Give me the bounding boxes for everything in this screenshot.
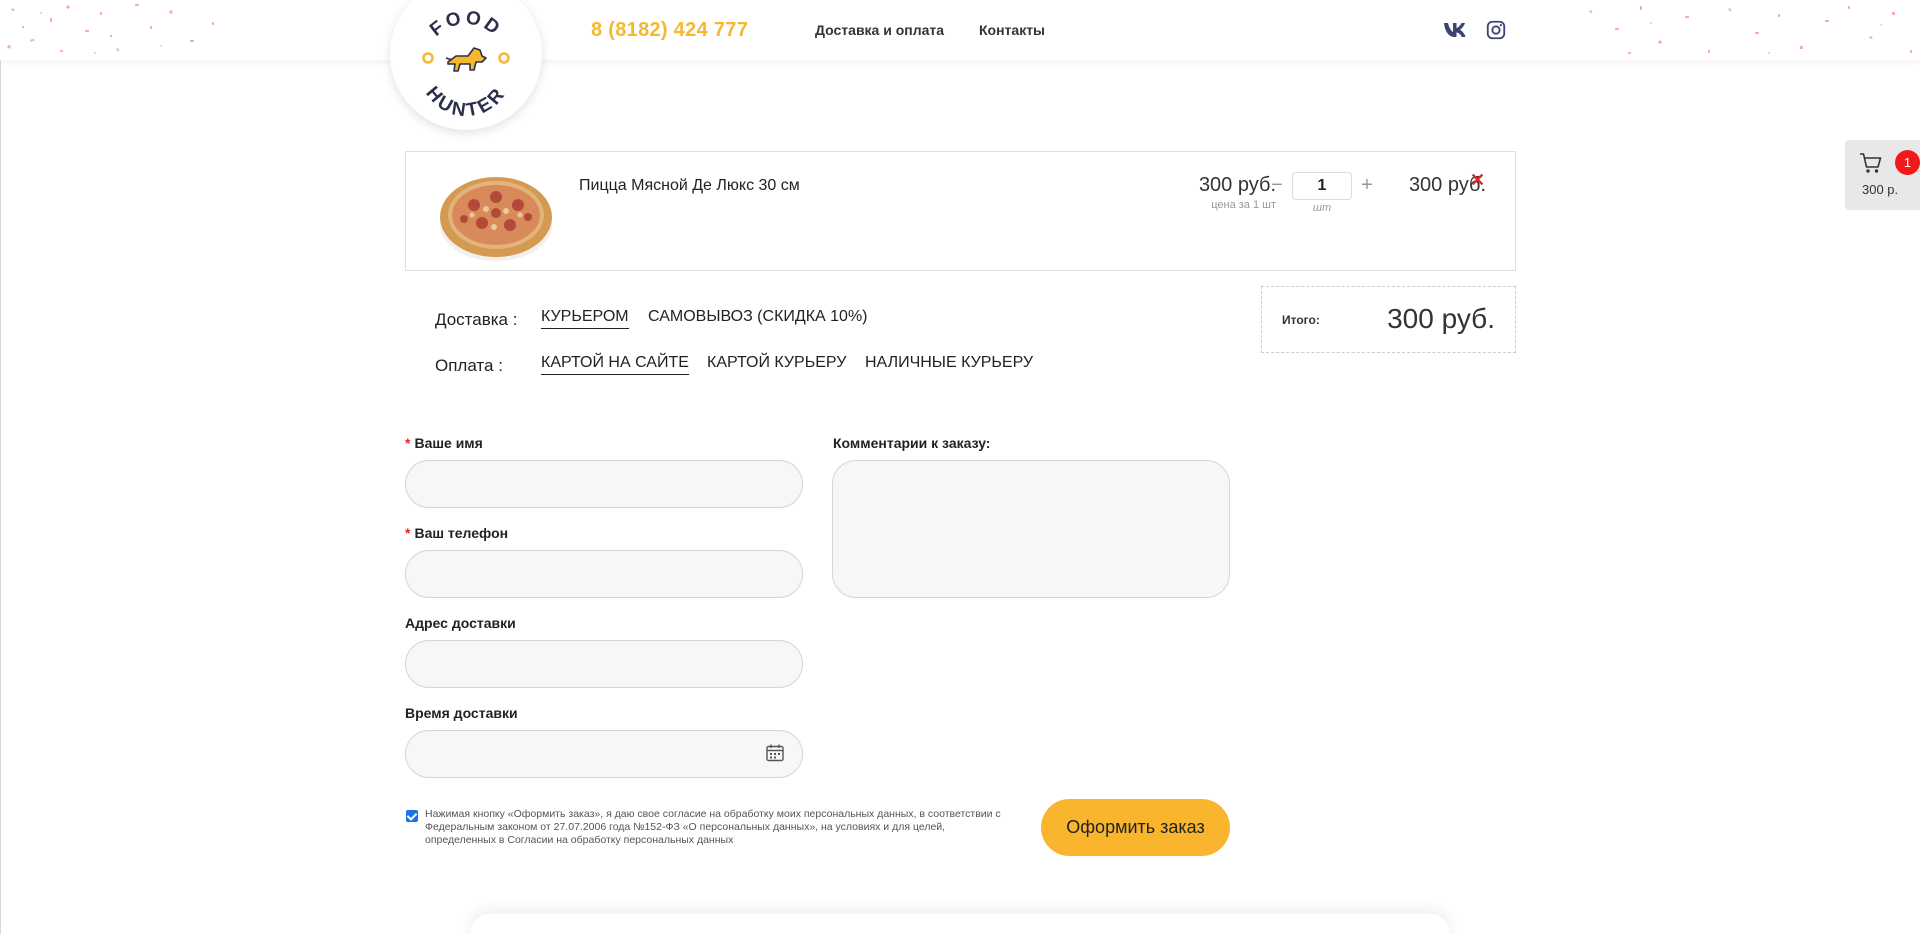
delivery-label: Доставка : (435, 310, 518, 329)
cart-widget[interactable]: 1 300 р. (1845, 140, 1920, 210)
order-total-box: Итого: 300 руб. (1261, 286, 1516, 353)
site-header: FOOD HUNTER 8 (8182) 424 777 Доставка и … (0, 0, 1920, 130)
payment-option-card-online[interactable]: КАРТОЙ НА САЙТЕ (541, 354, 689, 375)
unit-price-note: цена за 1 шт (1211, 199, 1276, 211)
product-image (440, 177, 552, 261)
comment-textarea[interactable] (832, 460, 1230, 598)
quantity-unit: шт (1312, 202, 1332, 214)
svg-text:FOOD: FOOD (426, 7, 506, 40)
instagram-icon[interactable] (1484, 19, 1508, 41)
cart-icon (1860, 153, 1882, 173)
cart-item: Пицца Мясной Де Люкс 30 см 300 руб. цена… (405, 151, 1516, 271)
product-name[interactable]: Пицца Мясной Де Люкс 30 см (579, 177, 800, 195)
payment-label: Оплата : (435, 356, 503, 375)
confetti-decoration-right (1589, 6, 1912, 54)
total-value: 300 руб. (1387, 303, 1495, 334)
address-input[interactable] (405, 640, 803, 688)
dog-icon (445, 47, 487, 72)
logo-emblem: FOOD HUNTER (421, 7, 510, 122)
cart-sum: 300 р. (1862, 182, 1899, 197)
unit-price: 300 руб. (1198, 174, 1276, 196)
phone-field-label-text: Ваш телефон (414, 525, 509, 541)
cart-count-badge: 1 (1895, 150, 1920, 175)
remove-item-icon[interactable]: ✕ (1470, 170, 1485, 191)
nav-contacts[interactable]: Контакты (979, 22, 1045, 38)
delivery-option-pickup[interactable]: САМОВЫВОЗ (СКИДКА 10%) (648, 308, 868, 326)
phone-input[interactable] (405, 550, 803, 598)
name-input[interactable] (405, 460, 803, 508)
name-field-label: * Ваше имя (405, 435, 483, 451)
footer-edge (470, 914, 1450, 934)
calendar-icon[interactable] (765, 743, 785, 763)
page-border (0, 0, 1, 934)
phone-field-label: * Ваш телефон (405, 525, 508, 541)
logo-text-top: FOOD (426, 7, 503, 40)
required-mark: * (405, 435, 411, 451)
consent-text: Нажимая кнопку «Оформить заказ», я даю с… (425, 808, 1001, 846)
quantity-increase-button[interactable]: + (1358, 174, 1376, 197)
delivery-time-input[interactable] (405, 730, 803, 778)
payment-option-cash-courier[interactable]: НАЛИЧНЫЕ КУРЬЕРУ (865, 354, 1033, 372)
consent-checkbox[interactable] (406, 810, 418, 822)
svg-text:HUNTER: HUNTER (421, 83, 510, 122)
address-field-label: Адрес доставки (405, 615, 516, 631)
quantity-input[interactable] (1292, 172, 1352, 200)
comment-field-label: Комментарии к заказу: (833, 435, 991, 451)
time-field-label: Время доставки (405, 705, 518, 721)
confetti-decoration-left (7, 4, 214, 54)
nav-delivery-payment[interactable]: Доставка и оплата (815, 22, 944, 38)
quantity-decrease-button[interactable]: − (1268, 174, 1286, 197)
name-field-label-text: Ваше имя (414, 435, 483, 451)
logo[interactable]: FOOD HUNTER (390, 0, 542, 130)
logo-text-bottom: HUNTER (421, 83, 507, 122)
phone-number[interactable]: 8 (8182) 424 777 (591, 19, 748, 42)
payment-option-card-courier[interactable]: КАРТОЙ КУРЬЕРУ (707, 354, 846, 372)
delivery-option-courier[interactable]: КУРЬЕРОМ (541, 308, 629, 329)
required-mark: * (405, 525, 411, 541)
submit-order-button[interactable]: Оформить заказ (1041, 799, 1230, 856)
total-label: Итого: (1282, 313, 1320, 327)
vk-icon[interactable] (1443, 19, 1467, 41)
